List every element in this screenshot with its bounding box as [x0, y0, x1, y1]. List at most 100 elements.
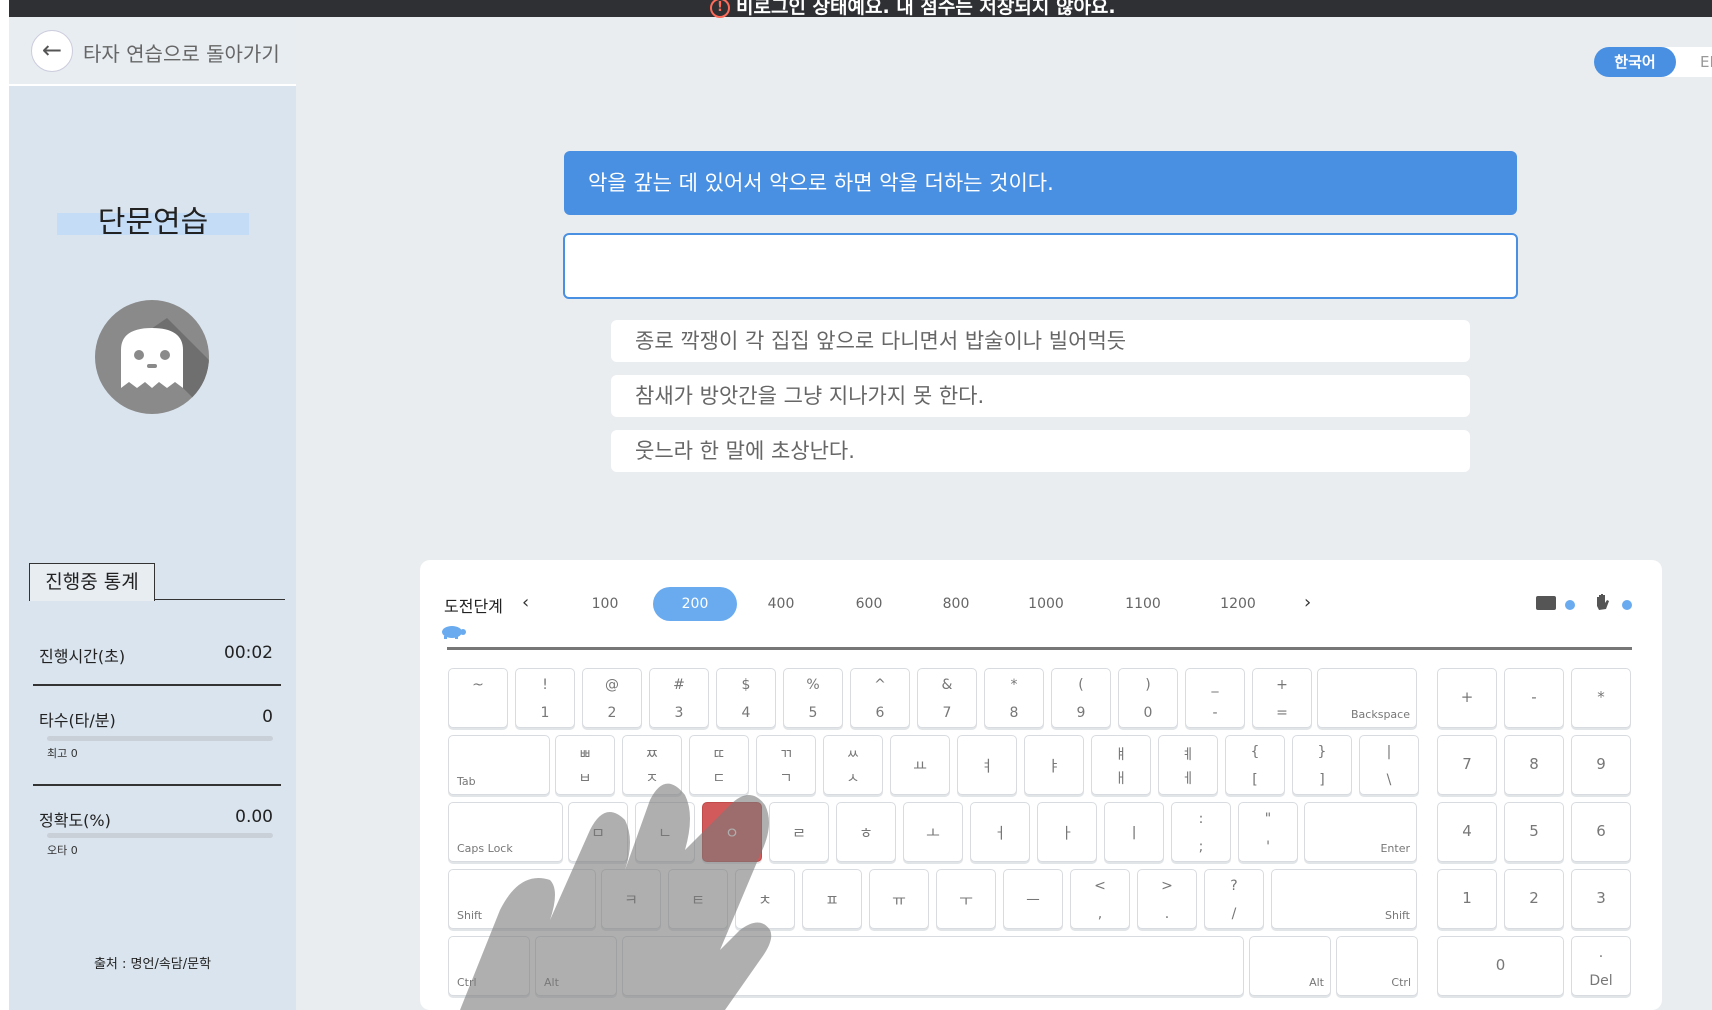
numpad-key[interactable]: 3 [1571, 869, 1631, 929]
numpad-key[interactable]: + [1437, 668, 1497, 728]
key[interactable]: ㅇ [702, 802, 762, 862]
lang-korean-button[interactable]: 한국어 [1594, 47, 1676, 77]
tab-key[interactable]: Tab [448, 735, 550, 795]
numpad-key[interactable]: 5 [1504, 802, 1564, 862]
key[interactable]: ㅛ [890, 735, 950, 795]
space-key[interactable] [622, 936, 1244, 996]
numpad-key[interactable]: 2 [1504, 869, 1564, 929]
left-alt-key[interactable]: Alt [535, 936, 617, 996]
key[interactable]: ㅖㅔ [1158, 735, 1218, 795]
key[interactable]: " ' [1238, 802, 1298, 862]
key-bot-label: 5 [808, 705, 818, 721]
key[interactable]: ㅉㅈ [622, 735, 682, 795]
key[interactable]: ㅠ [869, 869, 929, 929]
level-option-1200[interactable]: 1200 [1196, 587, 1280, 621]
level-option-400[interactable]: 400 [739, 587, 823, 621]
key[interactable]: @2 [582, 668, 642, 728]
key[interactable]: ! 1 [515, 668, 575, 728]
numpad-key[interactable]: 7 [1437, 735, 1497, 795]
key[interactable]: ㅎ [836, 802, 896, 862]
typing-input[interactable] [563, 233, 1518, 299]
hand-icon[interactable] [1594, 592, 1612, 612]
key[interactable]: $4 [716, 668, 776, 728]
level-option-100[interactable]: 100 [563, 587, 647, 621]
key[interactable]: ㄲㄱ [756, 735, 816, 795]
level-option-200[interactable]: 200 [653, 587, 737, 621]
lang-english-button[interactable]: EI [1700, 53, 1712, 71]
key[interactable]: (9 [1051, 668, 1111, 728]
key[interactable]: :; [1171, 802, 1231, 862]
numpad-key[interactable]: 9 [1571, 735, 1631, 795]
key[interactable]: + = [1252, 668, 1312, 728]
numpad-key[interactable]: 8 [1504, 735, 1564, 795]
key-mid-label: 7 [1462, 755, 1472, 773]
caps-lock-key[interactable]: Caps Lock [448, 802, 563, 862]
key[interactable]: #3 [649, 668, 709, 728]
login-notice-bar: ! 비로그인 상태예요. 내 점수는 저장되지 않아요. [0, 0, 1712, 18]
stat-accuracy: 정확도(%) 0.00 [39, 807, 279, 831]
key[interactable]: ㅒㅐ [1091, 735, 1151, 795]
key[interactable]: {[ [1225, 735, 1285, 795]
key-mid-label: ㅛ [913, 757, 927, 775]
key[interactable]: ㄹ [769, 802, 829, 862]
numpad-key[interactable]: 0 [1437, 936, 1564, 996]
key[interactable]: ㄴ [635, 802, 695, 862]
key[interactable]: ? / [1204, 869, 1264, 929]
key[interactable]: ㅏ [1037, 802, 1097, 862]
key[interactable]: ^ 6 [850, 668, 910, 728]
key[interactable]: * 8 [984, 668, 1044, 728]
key[interactable]: ㅑ [1024, 735, 1084, 795]
key[interactable]: ) 0 [1118, 668, 1178, 728]
numpad-key[interactable]: 1 [1437, 869, 1497, 929]
key[interactable]: ㅜ [936, 869, 996, 929]
back-arrow-icon[interactable]: ← [31, 30, 73, 72]
left-ctrl-key[interactable]: Ctrl [448, 936, 530, 996]
level-option-600[interactable]: 600 [827, 587, 911, 621]
key[interactable]: ㅍ [802, 869, 862, 929]
key[interactable]: ㅊ [735, 869, 795, 929]
key[interactable]: | \ [1359, 735, 1419, 795]
back-label[interactable]: 타자 연습으로 돌아가기 [83, 38, 280, 67]
key[interactable]: <, [1070, 869, 1130, 929]
stat-time-label: 진행시간(초) [39, 647, 126, 666]
level-next-chevron-icon[interactable]: › [1304, 592, 1311, 613]
level-prev-chevron-icon[interactable]: ‹ [522, 592, 529, 613]
key[interactable]: ㅓ [970, 802, 1030, 862]
key[interactable]: ㅗ [903, 802, 963, 862]
key[interactable]: ㅁ [568, 802, 628, 862]
keyboard-toggle-dot[interactable] [1565, 600, 1575, 610]
numpad-del-key[interactable]: . Del [1571, 936, 1631, 996]
backspace-key[interactable]: Backspace [1317, 668, 1417, 728]
enter-key[interactable]: Enter [1304, 802, 1417, 862]
key[interactable]: ㅃㅂ [555, 735, 615, 795]
right-alt-key[interactable]: Alt [1249, 936, 1331, 996]
right-ctrl-key[interactable]: Ctrl [1336, 936, 1418, 996]
key[interactable]: >. [1137, 869, 1197, 929]
key[interactable]: ㅋ [601, 869, 661, 929]
key-top-label: ㅖ [1181, 747, 1195, 763]
level-option-1000[interactable]: 1000 [1004, 587, 1088, 621]
key[interactable]: ㅌ [668, 869, 728, 929]
key[interactable]: ㄸㄷ [689, 735, 749, 795]
numpad-key[interactable]: 6 [1571, 802, 1631, 862]
key[interactable]: ㅆㅅ [823, 735, 883, 795]
left-shift-key[interactable]: Shift [448, 869, 596, 929]
key[interactable]: ㅡ [1003, 869, 1063, 929]
level-option-1100[interactable]: 1100 [1101, 587, 1185, 621]
key[interactable]: & 7 [917, 668, 977, 728]
back-to-typing-link[interactable]: ← 타자 연습으로 돌아가기 [9, 17, 296, 86]
level-option-800[interactable]: 800 [914, 587, 998, 621]
key[interactable]: % 5 [783, 668, 843, 728]
key[interactable]: }] [1292, 735, 1352, 795]
numpad-key[interactable]: 4 [1437, 802, 1497, 862]
keyboard-icon[interactable] [1536, 596, 1556, 610]
right-shift-key[interactable]: Shift [1271, 869, 1417, 929]
numpad-key[interactable]: - [1504, 668, 1564, 728]
key[interactable]: _ - [1185, 668, 1245, 728]
key-top-label: @ [605, 677, 619, 693]
numpad-key[interactable]: * [1571, 668, 1631, 728]
key[interactable]: ㅕ [957, 735, 1017, 795]
key[interactable]: ㅣ [1104, 802, 1164, 862]
hand-toggle-dot[interactable] [1622, 600, 1632, 610]
key[interactable]: ~ [448, 668, 508, 728]
